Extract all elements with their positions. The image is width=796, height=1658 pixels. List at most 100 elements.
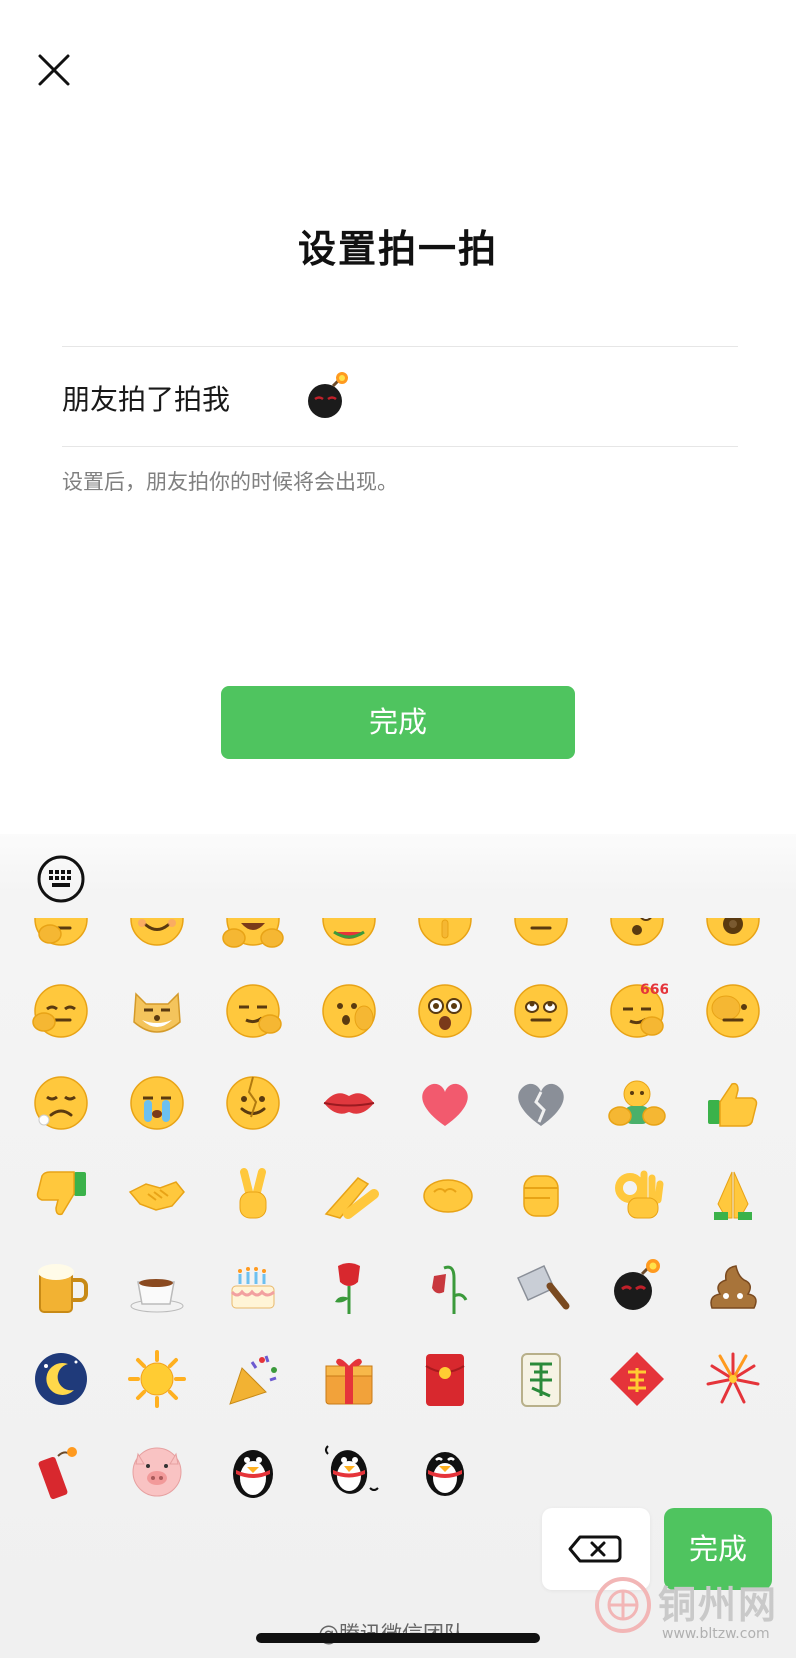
- fireworks-icon: [706, 1352, 760, 1404]
- emoji-handshake[interactable]: [122, 1160, 192, 1230]
- 666-icon: 666: [610, 982, 668, 1038]
- emoji-heart[interactable]: [410, 1068, 480, 1138]
- emoji-star-eyes[interactable]: [410, 976, 480, 1046]
- mahjong-fa-icon: [521, 1353, 561, 1407]
- facepalm-think-icon: [32, 984, 88, 1038]
- done-button[interactable]: 完成: [221, 686, 575, 759]
- emoji-666[interactable]: 666: [602, 976, 672, 1046]
- emoji-broken-face[interactable]: [218, 1068, 288, 1138]
- emoji-thumbs-up[interactable]: [698, 1068, 768, 1138]
- emoji-penguin-bow[interactable]: [410, 1436, 480, 1506]
- bomb-icon: [614, 1259, 660, 1310]
- fist-icon: [523, 1175, 559, 1217]
- lips-icon: [323, 1093, 375, 1114]
- emoji-sun[interactable]: [122, 1344, 192, 1414]
- emoji-meh[interactable]: [506, 918, 576, 954]
- emoji-thinking[interactable]: [26, 918, 96, 954]
- emoji-broken-heart[interactable]: [506, 1068, 576, 1138]
- emoji-pray[interactable]: [698, 1160, 768, 1230]
- smile-icon: [130, 918, 184, 946]
- emoji-penguin-dance[interactable]: [314, 1436, 384, 1506]
- victory-icon: [239, 1168, 267, 1219]
- beer-icon: [38, 1264, 88, 1313]
- sad-icon: [34, 1076, 88, 1130]
- sunglasses-partial-icon: [706, 918, 760, 946]
- emoji-eating-watermelon[interactable]: [314, 918, 384, 954]
- emoji-thumbs-down[interactable]: [26, 1160, 96, 1230]
- keyboard-toggle-button[interactable]: [36, 854, 86, 904]
- fist-bump-side-icon: [423, 1179, 473, 1213]
- emoji-hiding-face[interactable]: [698, 976, 768, 1046]
- emoji-bomb[interactable]: [602, 1252, 672, 1322]
- emoji-ok-hand[interactable]: [602, 1160, 672, 1230]
- emoji-wow-cover[interactable]: [314, 976, 384, 1046]
- emoji-pig[interactable]: [122, 1436, 192, 1506]
- emoji-eye-roll[interactable]: [506, 976, 576, 1046]
- shush-icon: [418, 918, 472, 946]
- rose-icon: [335, 1263, 360, 1314]
- emoji-gift[interactable]: [314, 1344, 384, 1414]
- heart-icon: [422, 1083, 468, 1126]
- emoji-fist[interactable]: [506, 1160, 576, 1230]
- page-title: 设置拍一拍: [297, 227, 498, 271]
- moon-icon: [35, 1353, 87, 1405]
- emoji-v-sign-laugh[interactable]: [218, 918, 288, 954]
- emoji-victory[interactable]: [218, 1160, 288, 1230]
- handshake-icon: [128, 1181, 185, 1211]
- broken-heart-icon: [518, 1083, 564, 1126]
- sun-icon: [128, 1350, 186, 1408]
- emoji-cleaver[interactable]: [506, 1252, 576, 1322]
- thumbs-down-icon: [36, 1171, 86, 1216]
- home-indicator: [256, 1633, 540, 1643]
- hiding-face-icon: [706, 984, 760, 1038]
- close-button[interactable]: [34, 50, 74, 90]
- ok-hand-icon: [615, 1170, 664, 1219]
- emoji-shush[interactable]: [410, 918, 480, 954]
- emoji-crying[interactable]: [122, 1068, 192, 1138]
- thumbs-up-icon: [708, 1082, 758, 1127]
- emoji-fu[interactable]: [602, 1344, 672, 1414]
- site-name: 铜州网: [658, 1583, 779, 1627]
- tickle-suffix-input[interactable]: [298, 366, 360, 426]
- emoji-wilted-flower[interactable]: [410, 1252, 480, 1322]
- pig-icon: [132, 1447, 182, 1497]
- coffee-icon: [130, 1279, 184, 1313]
- emoji-doge[interactable]: [122, 976, 192, 1046]
- emoji-hug[interactable]: [602, 1068, 672, 1138]
- emoji-beer[interactable]: [26, 1252, 96, 1322]
- bomb-emoji-icon: [308, 372, 348, 418]
- emoji-rose[interactable]: [314, 1252, 384, 1322]
- emoji-smirk-ok[interactable]: [218, 976, 288, 1046]
- divider-bottom: [62, 446, 738, 447]
- emoji-firecracker[interactable]: [26, 1436, 96, 1506]
- smirk-ok-icon: [226, 984, 282, 1038]
- emoji-sad[interactable]: [26, 1068, 96, 1138]
- svg-text:666: 666: [640, 982, 668, 998]
- emoji-smile[interactable]: [122, 918, 192, 954]
- emoji-coffee[interactable]: [122, 1252, 192, 1322]
- emoji-sunglasses-partial[interactable]: [698, 918, 768, 954]
- emoji-surprised[interactable]: [602, 918, 672, 954]
- emoji-salute[interactable]: [314, 1160, 384, 1230]
- v-sign-laugh-icon: [222, 918, 284, 948]
- emoji-party-popper[interactable]: [218, 1344, 288, 1414]
- emoji-mahjong-fa[interactable]: [506, 1344, 576, 1414]
- emoji-penguin[interactable]: [218, 1436, 288, 1506]
- tickle-label: 朋友拍了拍我: [62, 383, 231, 416]
- emoji-moon[interactable]: [26, 1344, 96, 1414]
- penguin-bow-icon: [426, 1452, 464, 1496]
- fu-icon: [610, 1352, 664, 1406]
- emoji-poop[interactable]: [698, 1252, 768, 1322]
- red-envelope-icon: [425, 1354, 465, 1406]
- emoji-lips[interactable]: [314, 1068, 384, 1138]
- penguin-icon: [233, 1450, 273, 1498]
- wow-cover-icon: [322, 984, 376, 1038]
- party-popper-icon: [229, 1355, 277, 1405]
- emoji-fireworks[interactable]: [698, 1344, 768, 1414]
- emoji-red-envelope[interactable]: [410, 1344, 480, 1414]
- emoji-fist-bump-side[interactable]: [410, 1160, 480, 1230]
- emoji-cake[interactable]: [218, 1252, 288, 1322]
- star-eyes-icon: [418, 984, 472, 1038]
- cake-icon: [230, 1267, 275, 1309]
- emoji-facepalm-think[interactable]: [26, 976, 96, 1046]
